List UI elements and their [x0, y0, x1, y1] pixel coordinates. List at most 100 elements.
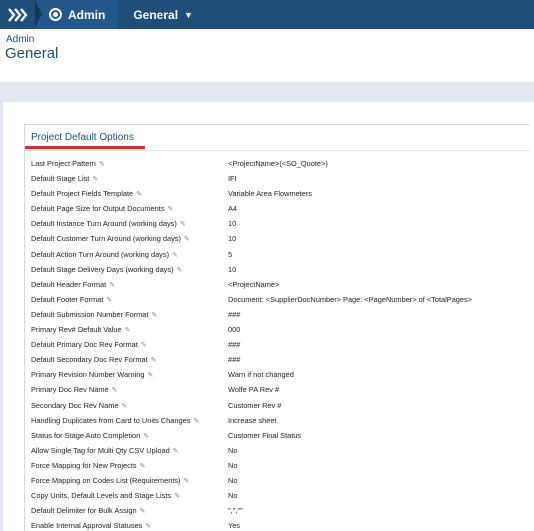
app-logo-icon[interactable]	[0, 0, 35, 29]
breadcrumb-general[interactable]: General ▼	[117, 0, 212, 29]
option-value: 10	[228, 219, 237, 229]
option-value: Wolfe PA Rev #	[228, 385, 280, 395]
option-value: No	[228, 460, 238, 470]
option-label-text: Force Mapping for New Projects	[31, 460, 137, 470]
option-label-text: Primary Revision Number Warning	[31, 370, 145, 380]
option-row: Secondary Doc Rev Name ✎ Customer Rev #	[31, 398, 526, 413]
option-label-text: Default Stage Delivery Days (working day…	[31, 264, 174, 274]
option-value: No	[228, 491, 238, 501]
pencil-icon[interactable]: ✎	[148, 368, 154, 383]
option-label-text: Enable Internal Approval Statuses	[31, 521, 143, 531]
option-row: Default Secondary Doc Rev Format ✎ ###	[31, 352, 526, 367]
option-label-text: Default Action Turn Around (working days…	[31, 249, 170, 259]
option-value: Customer Rev #	[228, 400, 282, 410]
option-label: Default Header Format ✎	[31, 277, 115, 293]
option-value: <ProjectName>	[228, 279, 280, 289]
pencil-icon[interactable]: ✎	[92, 172, 98, 187]
option-row: Enable Internal Approval Statuses ✎ Yes	[31, 518, 526, 531]
option-label: Secondary Doc Rev Name ✎	[31, 398, 127, 414]
breadcrumb-admin-label: Admin	[68, 7, 106, 22]
pencil-icon[interactable]: ✎	[141, 338, 147, 353]
option-label: Default Customer Turn Around (working da…	[31, 231, 190, 247]
option-row: Default Footer Format ✎ Document: <Supplie…	[31, 292, 526, 307]
option-value: Customer Final Status	[228, 430, 302, 440]
option-row: Default Header Format ✎ <ProjectName>	[31, 277, 526, 292]
section-title: Project Default Options	[31, 132, 134, 143]
pencil-icon[interactable]: ✎	[168, 202, 174, 217]
option-label-text: Default Header Format	[31, 279, 107, 289]
option-label-text: Default Primary Doc Rev Format	[31, 340, 138, 350]
option-row: Default Primary Doc Rev Format ✎ ###	[31, 337, 526, 352]
option-value: 10	[228, 234, 237, 244]
option-row: Allow Single Tag for Multi Qty CSV Uploa…	[31, 443, 526, 458]
option-value: 000	[228, 325, 241, 335]
pencil-icon[interactable]: ✎	[125, 323, 131, 338]
option-label-text: Allow Single Tag for Multi Qty CSV Uploa…	[31, 445, 170, 455]
pencil-icon[interactable]: ✎	[140, 504, 146, 519]
option-value: Variable Area Flowmeters	[228, 189, 313, 199]
breadcrumb-admin[interactable]: Admin	[35, 0, 125, 29]
top-navigation-bar: Admin General ▼	[0, 0, 534, 29]
option-value: <ProjectName>(<SO_Quote>)	[228, 159, 328, 168]
option-label-text: Default Customer Turn Around (working da…	[31, 234, 181, 244]
option-row: Default Submission Number Format ✎ ###	[31, 307, 526, 322]
option-label: Handling Duplicates from Card to Units C…	[31, 413, 199, 429]
option-label: Default Footer Format ✎	[31, 292, 112, 308]
page-header: Admin General	[0, 29, 534, 82]
option-value: IFI	[228, 174, 237, 184]
pencil-icon[interactable]: ✎	[140, 459, 146, 474]
option-label: Primary Doc Rev Name ✎	[31, 382, 118, 398]
pencil-icon[interactable]: ✎	[180, 217, 186, 232]
pencil-icon[interactable]: ✎	[151, 308, 157, 323]
option-label-text: Default Project Fields Template	[31, 189, 134, 199]
pencil-icon[interactable]: ✎	[99, 157, 105, 172]
option-label: Default Primary Doc Rev Format ✎	[31, 337, 147, 353]
option-label: Copy Units, Default Levels and Stage Lis…	[31, 488, 180, 504]
pencil-icon[interactable]: ✎	[143, 429, 149, 444]
pencil-icon[interactable]: ✎	[145, 519, 151, 531]
option-row: Force Mapping on Codes List (Requirement…	[31, 473, 526, 488]
pencil-icon[interactable]: ✎	[122, 399, 128, 414]
option-value: No	[228, 445, 238, 455]
option-label-text: Default Secondary Doc Rev Format	[31, 355, 148, 365]
option-label: Default Page Size for Output Documents ✎	[31, 201, 173, 217]
pencil-icon[interactable]: ✎	[184, 232, 190, 247]
pencil-icon[interactable]: ✎	[172, 248, 178, 263]
option-row: Default Page Size for Output Documents ✎ A…	[31, 201, 526, 216]
header-divider-band	[0, 82, 534, 102]
option-row: Primary Revision Number Warning ✎ Warn if …	[31, 367, 526, 382]
pencil-icon[interactable]: ✎	[174, 489, 180, 504]
option-value: ###	[228, 340, 241, 350]
option-label: Enable Internal Approval Statuses ✎	[31, 518, 151, 531]
option-label: Default Delimiter for Bulk Assign ✎	[31, 503, 145, 519]
pencil-icon[interactable]: ✎	[173, 444, 179, 459]
pencil-icon[interactable]: ✎	[112, 383, 118, 398]
pencil-icon[interactable]: ✎	[193, 414, 199, 429]
option-label-text: Last Project Pattern	[31, 159, 96, 168]
option-label: Allow Single Tag for Multi Qty CSV Uploa…	[31, 443, 179, 459]
option-label-text: Secondary Doc Rev Name	[31, 400, 119, 410]
option-row: Copy Units, Default Levels and Stage Lis…	[31, 488, 526, 503]
chevron-down-icon[interactable]: ▼	[184, 10, 193, 20]
pencil-icon[interactable]: ✎	[177, 263, 183, 278]
option-label: Default Submission Number Format ✎	[31, 307, 157, 323]
pencil-icon[interactable]: ✎	[109, 278, 115, 293]
pencil-icon[interactable]: ✎	[151, 353, 157, 368]
option-label-text: Handling Duplicates from Card to Units C…	[31, 415, 191, 425]
option-label: Default Instance Turn Around (working da…	[31, 216, 186, 232]
option-value: ",",""	[228, 506, 243, 516]
pencil-icon[interactable]: ✎	[184, 474, 190, 489]
option-label-text: Default Instance Turn Around (working da…	[31, 219, 177, 229]
option-label: Default Action Turn Around (working days…	[31, 247, 178, 263]
pencil-icon[interactable]: ✎	[106, 293, 112, 308]
option-label-text: Default Submission Number Format	[31, 309, 149, 319]
option-label-text: Primary Doc Rev Name	[31, 385, 109, 395]
option-label: Default Secondary Doc Rev Format ✎	[31, 352, 157, 368]
option-row: Last Project Pattern ✎ <ProjectName>(<SO_Q…	[31, 156, 526, 171]
page-subtitle: Admin	[6, 34, 35, 45]
pencil-icon[interactable]: ✎	[136, 187, 142, 202]
section-divider	[25, 150, 530, 151]
gear-icon	[49, 8, 62, 21]
options-list: Last Project Pattern ✎ <ProjectName>(<SO_Q…	[31, 156, 526, 531]
option-row: Default Action Turn Around (working days…	[31, 247, 526, 262]
